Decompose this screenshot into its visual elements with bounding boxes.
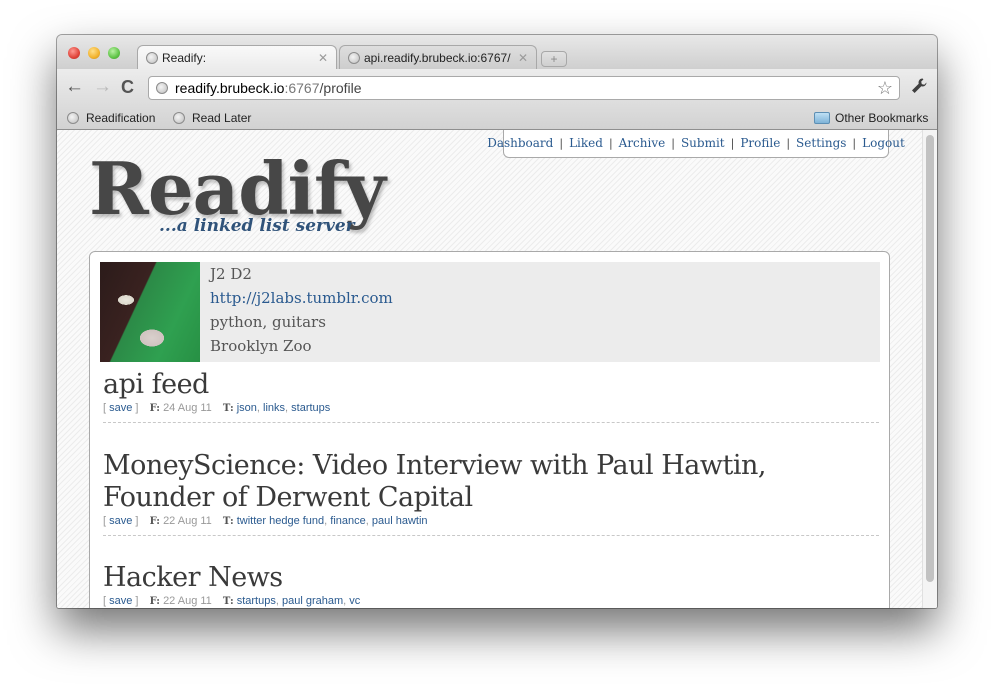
nav-settings[interactable]: Settings [796,136,846,150]
globe-icon [156,82,168,94]
entry-divider [103,422,879,423]
list-item: MoneyScience: Video Interview with Paul … [103,450,879,536]
entry-title[interactable]: MoneyScience: Video Interview with Paul … [103,450,879,514]
reload-button[interactable]: C [121,77,134,97]
vertical-scrollbar[interactable] [922,130,937,608]
bookmark-label: Read Later [192,111,252,125]
from-label: F: [149,403,160,414]
tag-link[interactable]: finance [330,515,365,527]
other-bookmarks[interactable]: Other Bookmarks [814,111,928,125]
nav-profile[interactable]: Profile [740,136,780,150]
minimize-window-button[interactable] [88,47,100,59]
url-path: /profile [319,80,362,96]
entry-date: 22 Aug 11 [163,595,212,607]
content-card: J2 D2 http://j2labs.tumblr.com python, g… [89,251,890,608]
nav-separator: | [786,136,791,150]
profile-name: J2 D2 [210,265,252,283]
site-nav: Dashboard | Liked | Archive | Submit | P… [487,130,905,158]
save-link[interactable]: save [109,515,132,527]
entry-date: 22 Aug 11 [163,515,212,527]
tags-label: T: [222,403,234,414]
back-button[interactable]: ← [65,77,84,97]
nav-dashboard[interactable]: Dashboard [487,136,553,150]
globe-icon [348,51,360,64]
browser-toolbar: ← → C readify.brubeck.io:6767/profile ☆ [57,69,937,106]
nav-submit[interactable]: Submit [681,136,725,150]
url-host: readify.brubeck.io [175,80,285,96]
save-link[interactable]: save [109,402,132,414]
forward-button[interactable]: → [93,77,112,97]
tag-link[interactable]: paul hawtin [372,515,428,527]
profile-interests: python, guitars [210,313,326,331]
nav-separator: | [730,136,735,150]
entry-meta: [ save ] F: 24 Aug 11 T: json, links, st… [103,402,331,414]
entry-meta: [ save ] F: 22 Aug 11 T: startups, paul … [103,595,361,607]
globe-icon [146,51,158,64]
entry-title[interactable]: api feed [103,369,879,401]
tab-readify[interactable]: Readify: ✕ [137,45,337,69]
page-viewport: Dashboard | Liked | Archive | Submit | P… [57,130,937,608]
wrench-menu-icon[interactable] [910,77,928,100]
profile-panel: J2 D2 http://j2labs.tumblr.com python, g… [100,262,880,362]
tags-label: T: [222,596,234,607]
tab-title: api.readify.brubeck.io:6767/ [364,50,511,65]
nav-separator: | [559,136,564,150]
tab-strip: Readify: ✕ api.readify.brubeck.io:6767/ … [57,35,937,69]
tag-link[interactable]: startups [291,402,330,414]
from-label: F: [149,596,160,607]
entry-date: 24 Aug 11 [163,402,212,414]
tab-title: Readify: [162,50,207,65]
profile-url[interactable]: http://j2labs.tumblr.com [210,289,393,307]
bookmark-star-icon[interactable]: ☆ [877,78,893,99]
tags-label: T: [222,516,234,527]
url-port: :6767 [284,80,320,96]
nav-archive[interactable]: Archive [619,136,666,150]
tag-link[interactable]: twitter hedge fund [237,515,324,527]
close-window-button[interactable] [68,47,80,59]
tag-link[interactable]: paul graham [282,595,343,607]
profile-info: J2 D2 http://j2labs.tumblr.com python, g… [210,262,393,358]
globe-icon [67,112,79,124]
entry-meta: [ save ] F: 22 Aug 11 T: twitter hedge f… [103,515,428,527]
scrollbar-thumb[interactable] [926,135,934,582]
entry-divider [103,535,879,536]
bookmarks-bar: Readification Read Later Other Bookmarks [57,106,937,130]
nav-logout[interactable]: Logout [862,136,905,150]
zoom-window-button[interactable] [108,47,120,59]
nav-separator: | [671,136,675,150]
address-bar[interactable]: readify.brubeck.io:6767/profile ☆ [148,76,900,100]
tag-link[interactable]: startups [237,595,276,607]
tag-link[interactable]: links [263,402,285,414]
new-tab-button[interactable]: + [541,51,567,67]
url-text[interactable]: readify.brubeck.io:6767/profile [175,80,362,96]
other-bookmarks-label: Other Bookmarks [835,111,929,125]
nav-separator: | [608,136,613,150]
site-tagline: ...a linked list server [159,216,355,236]
bookmark-label: Readification [86,111,156,125]
entry-title[interactable]: Hacker News [103,562,879,594]
avatar [100,262,200,362]
profile-location: Brooklyn Zoo [210,337,312,355]
nav-liked[interactable]: Liked [569,136,603,150]
close-tab-icon[interactable]: ✕ [518,51,528,65]
folder-icon [814,112,830,124]
bookmark-read-later[interactable]: Read Later [173,111,251,125]
tag-link[interactable]: json [237,402,257,414]
from-label: F: [149,516,160,527]
tab-api[interactable]: api.readify.brubeck.io:6767/ ✕ [339,45,537,69]
nav-separator: | [852,136,857,150]
tag-link[interactable]: vc [349,595,360,607]
close-tab-icon[interactable]: ✕ [318,51,328,65]
list-item: Hacker News [ save ] F: 22 Aug 11 T: sta… [103,562,879,607]
bookmark-readification[interactable]: Readification [67,111,155,125]
list-item: api feed [ save ] F: 24 Aug 11 T: json, … [103,369,879,423]
globe-icon [173,112,185,124]
browser-window: Readify: ✕ api.readify.brubeck.io:6767/ … [57,35,937,608]
save-link[interactable]: save [109,595,132,607]
